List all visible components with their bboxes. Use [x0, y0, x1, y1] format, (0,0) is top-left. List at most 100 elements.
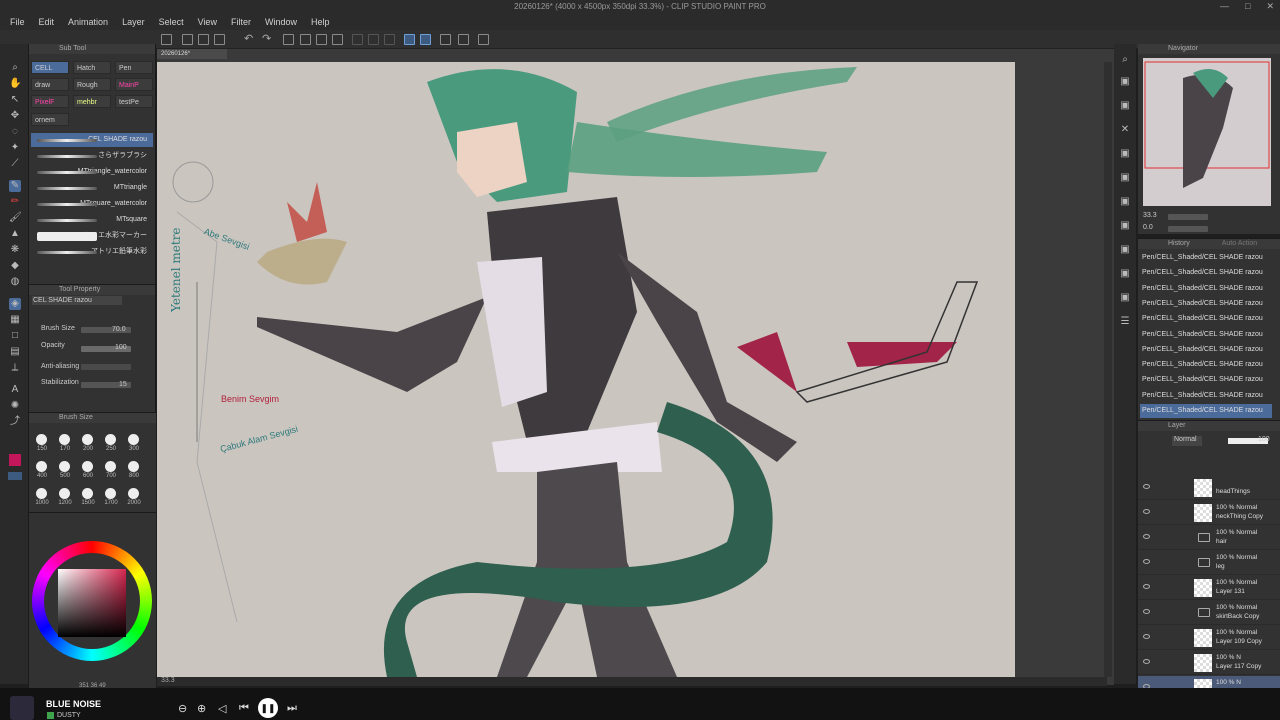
eye-icon[interactable]: [1143, 609, 1150, 614]
tab-draw[interactable]: draw: [31, 78, 69, 91]
menu-filter[interactable]: Filter: [231, 17, 251, 27]
frame-icon[interactable]: ▤: [9, 346, 21, 358]
brush-size-preset[interactable]: [105, 488, 116, 499]
menu-edit[interactable]: Edit: [39, 17, 55, 27]
brush-item[interactable]: MTsquare: [31, 213, 153, 227]
layer-property-icon[interactable]: ▣: [1119, 100, 1131, 112]
next-icon[interactable]: ⏭: [287, 702, 297, 715]
horizontal-scrollbar[interactable]: 33.3: [157, 677, 1107, 686]
snap-ruler-icon[interactable]: [404, 34, 415, 45]
close-panel-icon[interactable]: ✕: [1119, 124, 1131, 136]
brush-item[interactable]: MTsquare_watercolor: [31, 197, 153, 211]
menu-animation[interactable]: Animation: [68, 17, 108, 27]
previous-icon[interactable]: ⏮: [239, 702, 249, 715]
menu-window[interactable]: Window: [265, 17, 297, 27]
pencil-icon[interactable]: ✏: [9, 196, 21, 208]
zoom-icon[interactable]: ⌕: [9, 62, 21, 74]
menu-select[interactable]: Select: [159, 17, 184, 27]
brush-size-preset[interactable]: [59, 461, 70, 472]
history-item[interactable]: Pen/CELL_Shaded/CEL SHADE razou: [1140, 343, 1272, 357]
magic-wand-icon[interactable]: ✦: [9, 142, 21, 154]
navigator-thumbnail[interactable]: [1143, 58, 1271, 206]
fill-icon[interactable]: [300, 34, 311, 45]
brush-item[interactable]: さらザラブラシ: [31, 149, 153, 163]
tab-cell[interactable]: CELL: [31, 61, 69, 74]
correct-line-icon[interactable]: ⤴: [9, 416, 21, 428]
menu-help[interactable]: Help: [311, 17, 330, 27]
pause-button[interactable]: ❚❚: [258, 698, 278, 718]
brush-item[interactable]: アトリエ水彩マーカー: [31, 229, 153, 243]
help-icon[interactable]: [478, 34, 489, 45]
brush-item[interactable]: CEL SHADE razou: [31, 133, 153, 147]
move-icon[interactable]: ✥: [9, 110, 21, 122]
open-icon[interactable]: [198, 34, 209, 45]
crop-icon[interactable]: [352, 34, 363, 45]
brush-item[interactable]: MTtriangle: [31, 181, 153, 195]
layer-row[interactable]: 100 % N Layer 117 Copy: [1138, 651, 1280, 675]
decoration-icon[interactable]: ❋: [9, 244, 21, 256]
tab-rough[interactable]: Rough: [73, 78, 111, 91]
close-icon[interactable]: ✕: [1266, 1, 1274, 12]
save-icon[interactable]: [214, 34, 225, 45]
layer-row[interactable]: 100 % Normal neckThing Copy: [1138, 501, 1280, 525]
menu-view[interactable]: View: [198, 17, 217, 27]
grid-icon[interactable]: [458, 34, 469, 45]
snap-grid-icon[interactable]: [420, 34, 431, 45]
deselect-icon[interactable]: [332, 34, 343, 45]
history-item[interactable]: Pen/CELL_Shaded/CEL SHADE razou: [1140, 404, 1272, 418]
navigator-angle-slider[interactable]: [1168, 226, 1208, 232]
search-icon[interactable]: ⌕: [1119, 54, 1131, 66]
invert-icon[interactable]: [384, 34, 395, 45]
eye-icon[interactable]: [1143, 584, 1150, 589]
redo-icon[interactable]: ↷: [262, 32, 273, 45]
eye-icon[interactable]: [1143, 559, 1150, 564]
tab-testpe[interactable]: testPe: [115, 95, 153, 108]
brush-size-preset[interactable]: [36, 461, 47, 472]
special-ruler-icon[interactable]: [440, 34, 451, 45]
brush-item[interactable]: アトリエ鉛筆水彩: [31, 245, 153, 259]
auto-action-tab[interactable]: Auto Action: [1222, 240, 1257, 247]
brush-item[interactable]: MTtriangle_watercolor: [31, 165, 153, 179]
minimize-icon[interactable]: —: [1220, 1, 1229, 12]
layer-row[interactable]: 100 % Normal skirtBack Copy: [1138, 601, 1280, 625]
lasso-icon[interactable]: ◌: [9, 126, 21, 138]
document-tab[interactable]: 20260126*: [157, 49, 227, 59]
history-item[interactable]: Pen/CELL_Shaded/CEL SHADE razou: [1140, 373, 1272, 387]
history-item[interactable]: Pen/CELL_Shaded/CEL SHADE razou: [1140, 251, 1272, 265]
volume-up-icon[interactable]: ⊕: [197, 702, 206, 715]
volume-down-icon[interactable]: ⊖: [178, 702, 187, 715]
brush-size-preset[interactable]: [82, 434, 93, 445]
layer-row[interactable]: 100 % Normal hair: [1138, 526, 1280, 550]
list-icon[interactable]: ☰: [1119, 316, 1131, 328]
eyedropper-icon[interactable]: ⟋: [9, 158, 21, 170]
folder-icon[interactable]: ▣: [1119, 148, 1131, 160]
eye-icon[interactable]: [1143, 534, 1150, 539]
brush-size-preset[interactable]: [82, 461, 93, 472]
speaker-icon[interactable]: ◁: [218, 702, 226, 715]
history-item[interactable]: Pen/CELL_Shaded/CEL SHADE razou: [1140, 282, 1272, 296]
figure-icon[interactable]: □: [9, 330, 21, 342]
airbrush-icon[interactable]: ▲: [9, 228, 21, 240]
settings-icon[interactable]: ▣: [1119, 292, 1131, 304]
balloon-icon[interactable]: ✺: [9, 400, 21, 412]
maximize-icon[interactable]: □: [1245, 1, 1250, 12]
tab-pen[interactable]: Pen: [115, 61, 153, 74]
brush-size-preset[interactable]: [105, 434, 116, 445]
new-file-icon[interactable]: [161, 34, 172, 45]
history-item[interactable]: Pen/CELL_Shaded/CEL SHADE razou: [1140, 266, 1272, 280]
tab-mainp[interactable]: MainP: [115, 78, 153, 91]
ruler-icon[interactable]: ⟂: [9, 362, 21, 374]
drawing-canvas[interactable]: Yetenel metre Abe Sevgisi Benim Sevgim Ç…: [157, 62, 1015, 677]
new-icon[interactable]: [182, 34, 193, 45]
brush-size-preset[interactable]: [105, 461, 116, 472]
blend-icon[interactable]: ◍: [9, 276, 21, 288]
brush-size-preset[interactable]: [128, 488, 139, 499]
eye-icon[interactable]: [1143, 659, 1150, 664]
brush-size-preset[interactable]: [59, 434, 70, 445]
hand-icon[interactable]: ✋: [9, 78, 21, 90]
antialiasing-selector[interactable]: [81, 364, 131, 370]
info-icon[interactable]: ▣: [1119, 172, 1131, 184]
clear-icon[interactable]: [283, 34, 294, 45]
text-icon[interactable]: A: [9, 384, 21, 396]
brush-size-preset[interactable]: [128, 461, 139, 472]
